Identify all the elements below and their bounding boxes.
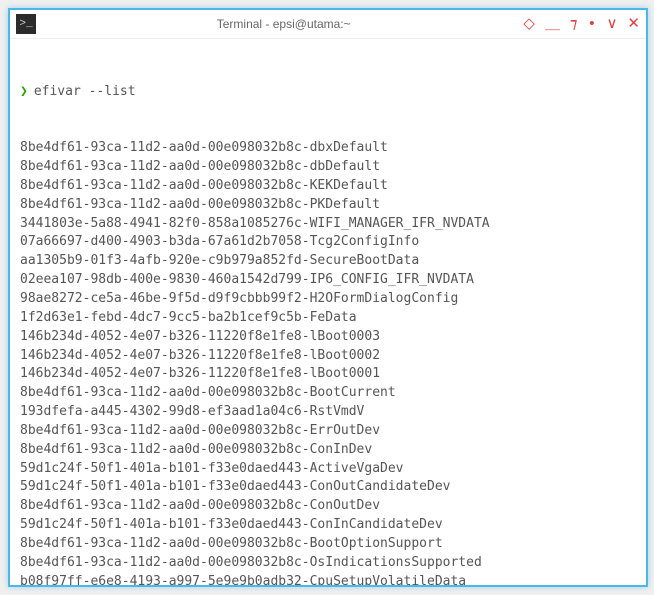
output-line: aa1305b9-01f3-4afb-920e-c9b979a852fd-Sec… [20, 252, 636, 271]
output-line: 8be4df61-93ca-11d2-aa0d-00e098032b8c-Boo… [20, 535, 636, 554]
window-title: Terminal - epsi@utama:~ [44, 17, 523, 31]
output-line: 8be4df61-93ca-11d2-aa0d-00e098032b8c-Err… [20, 422, 636, 441]
prompt-line: ❯ efivar --list [20, 83, 636, 102]
output-line: 146b234d-4052-4e07-b326-11220f8e1fe8-lBo… [20, 365, 636, 384]
close-icon[interactable]: ✕ [627, 17, 640, 32]
window-controls: ◇ ＿ ⁊ • ∨ ✕ [523, 17, 640, 32]
command-text: efivar --list [34, 83, 136, 102]
output-line: 59d1c24f-50f1-401a-b101-f33e0daed443-Con… [20, 516, 636, 535]
maximize-alt-icon[interactable]: ◇ [523, 17, 535, 32]
output-line: 07a66697-d400-4903-b3da-67a61d2b7058-Tcg… [20, 233, 636, 252]
output-line: 8be4df61-93ca-11d2-aa0d-00e098032b8c-Con… [20, 441, 636, 460]
output-line: 3441803e-5a88-4941-82f0-858a1085276c-WIF… [20, 215, 636, 234]
prompt-symbol: ❯ [20, 83, 28, 102]
terminal-body[interactable]: ❯ efivar --list 8be4df61-93ca-11d2-aa0d-… [10, 39, 646, 585]
output-line: 59d1c24f-50f1-401a-b101-f33e0daed443-Act… [20, 460, 636, 479]
output-line: 98ae8272-ce5a-46be-9f5d-d9f9cbbb99f2-H2O… [20, 290, 636, 309]
output-line: 8be4df61-93ca-11d2-aa0d-00e098032b8c-PKD… [20, 196, 636, 215]
output-line: 8be4df61-93ca-11d2-aa0d-00e098032b8c-dbx… [20, 139, 636, 158]
dot-icon[interactable]: • [587, 17, 596, 32]
output-line: 146b234d-4052-4e07-b326-11220f8e1fe8-lBo… [20, 328, 636, 347]
output-line: 8be4df61-93ca-11d2-aa0d-00e098032b8c-KEK… [20, 177, 636, 196]
output-line: b08f97ff-e6e8-4193-a997-5e9e9b0adb32-Cpu… [20, 573, 636, 585]
output-line: 8be4df61-93ca-11d2-aa0d-00e098032b8c-Boo… [20, 384, 636, 403]
output-container: 8be4df61-93ca-11d2-aa0d-00e098032b8c-dbx… [20, 139, 636, 585]
output-line: 8be4df61-93ca-11d2-aa0d-00e098032b8c-dbD… [20, 158, 636, 177]
output-line: 8be4df61-93ca-11d2-aa0d-00e098032b8c-OsI… [20, 554, 636, 573]
output-line: 1f2d63e1-febd-4dc7-9cc5-ba2b1cef9c5b-FeD… [20, 309, 636, 328]
output-line: 193dfefa-a445-4302-99d8-ef3aad1a04c6-Rst… [20, 403, 636, 422]
terminal-icon: >_ [16, 14, 36, 34]
output-line: 146b234d-4052-4e07-b326-11220f8e1fe8-lBo… [20, 347, 636, 366]
terminal-window: >_ Terminal - epsi@utama:~ ◇ ＿ ⁊ • ∨ ✕ ❯… [8, 8, 648, 587]
output-line: 59d1c24f-50f1-401a-b101-f33e0daed443-Con… [20, 478, 636, 497]
titlebar[interactable]: >_ Terminal - epsi@utama:~ ◇ ＿ ⁊ • ∨ ✕ [10, 10, 646, 39]
minimize-icon[interactable]: ＿ [545, 17, 560, 32]
output-line: 02eea107-98db-400e-9830-460a1542d799-IP6… [20, 271, 636, 290]
output-line: 8be4df61-93ca-11d2-aa0d-00e098032b8c-Con… [20, 497, 636, 516]
maximize-icon[interactable]: ⁊ [570, 17, 577, 32]
shade-icon[interactable]: ∨ [606, 17, 617, 32]
